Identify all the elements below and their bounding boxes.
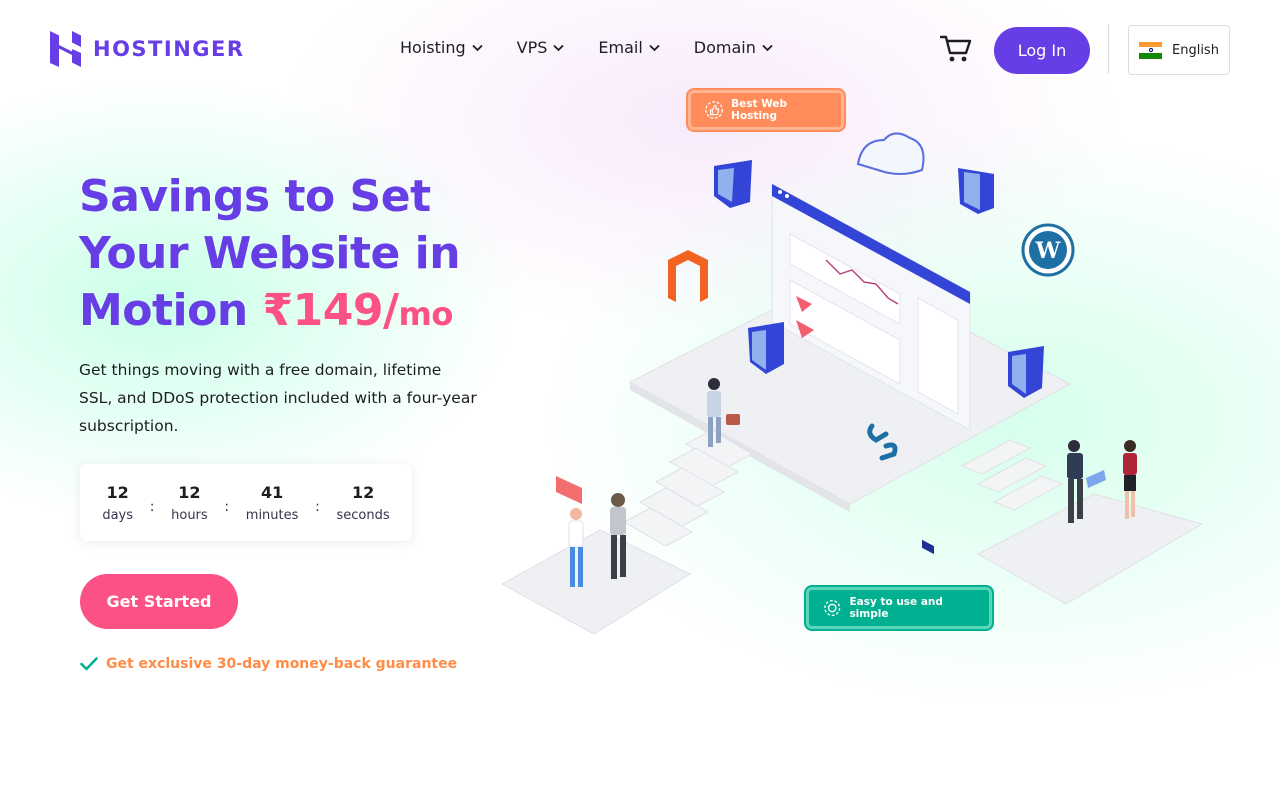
guarantee-note: Get exclusive 30-day money-back guarante… bbox=[80, 656, 457, 672]
nav-item-email[interactable]: Email bbox=[598, 38, 660, 57]
india-flag-icon bbox=[1139, 41, 1162, 59]
countdown-value: 12 bbox=[106, 482, 129, 502]
badge-label: Easy to use and simple bbox=[849, 596, 943, 620]
nav-item-label: Domain bbox=[693, 38, 756, 57]
guarantee-text: Get exclusive 30-day money-back guarante… bbox=[106, 656, 458, 672]
countdown-separator: : bbox=[315, 498, 320, 515]
nav-item-label: Email bbox=[598, 38, 643, 57]
language-selector[interactable]: English bbox=[1128, 25, 1230, 75]
countdown-days: 12 days bbox=[102, 483, 133, 523]
main-nav: Hoisting VPS Email Domain bbox=[400, 38, 773, 57]
language-label: English bbox=[1172, 42, 1219, 58]
countdown-seconds: 12 seconds bbox=[337, 483, 390, 523]
countdown-hours: 12 hours bbox=[171, 483, 208, 523]
header-divider bbox=[1108, 24, 1109, 74]
brand-name: HOSTINGER bbox=[93, 37, 245, 61]
hero-price-unit: mo bbox=[398, 295, 454, 333]
countdown-label: hours bbox=[171, 507, 208, 523]
countdown-separator: : bbox=[224, 498, 230, 515]
get-started-button[interactable]: Get Started bbox=[80, 574, 238, 629]
chevron-down-icon bbox=[762, 44, 773, 51]
nav-item-domain[interactable]: Domain bbox=[694, 38, 773, 57]
chevron-down-icon bbox=[471, 44, 483, 51]
nav-item-hosting[interactable]: Hoisting bbox=[400, 38, 483, 57]
hero-price: ₹149/ bbox=[262, 285, 400, 336]
chevron-down-icon bbox=[649, 44, 660, 51]
gear-icon bbox=[824, 599, 841, 617]
countdown-value: 12 bbox=[178, 482, 201, 502]
countdown-minutes: 41 minutes bbox=[246, 483, 299, 523]
best-web-hosting-badge: Best Web Hosting bbox=[688, 90, 844, 130]
countdown-label: seconds bbox=[336, 507, 390, 523]
hostinger-logo-icon bbox=[50, 31, 81, 67]
hero-title: Savings to Set Your Website in Motion ₹1… bbox=[79, 168, 509, 343]
countdown-value: 12 bbox=[351, 482, 375, 502]
countdown-timer: 12 days : 12 hours : 41 minutes : 12 sec… bbox=[80, 464, 412, 541]
countdown-value: 41 bbox=[260, 482, 284, 502]
hero-illustration: W Best Web Hosting Easy to use and simpl… bbox=[490, 84, 1220, 654]
isometric-hosting-illustration: W bbox=[500, 132, 1204, 635]
countdown-label: days bbox=[102, 507, 134, 523]
thumbs-up-icon bbox=[705, 101, 723, 119]
easy-to-use-badge: Easy to use and simple bbox=[806, 587, 992, 629]
nav-item-label: Hoisting bbox=[400, 38, 466, 57]
login-button[interactable]: Log In bbox=[994, 27, 1090, 74]
hero-subtitle: Get things moving with a free domain, li… bbox=[79, 361, 477, 435]
badge-label: Best Web Hosting bbox=[731, 98, 788, 122]
countdown-label: minutes bbox=[245, 507, 299, 523]
hostinger-logo[interactable]: HOSTINGER bbox=[50, 31, 245, 67]
shopping-cart-icon[interactable] bbox=[940, 34, 972, 64]
countdown-separator: : bbox=[149, 498, 155, 515]
chevron-down-icon bbox=[553, 44, 565, 51]
checkmark-icon bbox=[80, 657, 98, 671]
nav-item-label: VPS bbox=[516, 38, 548, 57]
svg-text:W: W bbox=[1035, 238, 1061, 264]
nav-item-vps[interactable]: VPS bbox=[517, 38, 565, 57]
